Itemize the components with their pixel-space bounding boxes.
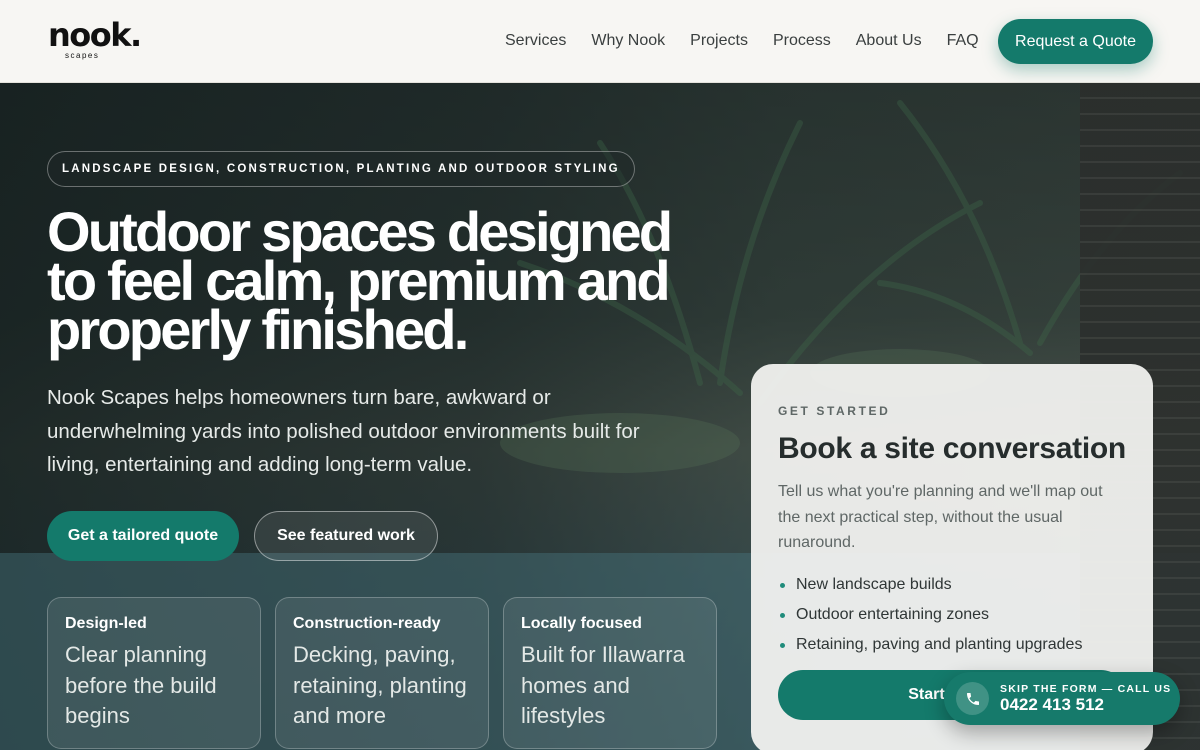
nav-projects[interactable]: Projects bbox=[690, 31, 748, 51]
call-us-button[interactable]: SKIP THE FORM — CALL US 0422 413 512 bbox=[944, 672, 1180, 725]
hero-lead: Nook Scapes helps homeowners turn bare, … bbox=[47, 386, 640, 476]
card-description: Tell us what you're planning and we'll m… bbox=[778, 483, 1103, 551]
logo-subtitle: scapes bbox=[65, 51, 100, 60]
request-quote-button[interactable]: Request a Quote bbox=[998, 19, 1153, 64]
feature-title: Construction-ready bbox=[293, 615, 441, 632]
nav-about-us[interactable]: About Us bbox=[856, 31, 922, 51]
card-list: New landscape builds Outdoor entertainin… bbox=[778, 570, 1126, 660]
hero-section: LANDSCAPE DESIGN, CONSTRUCTION, PLANTING… bbox=[0, 83, 1200, 750]
feature-card-construction: Construction-ready Decking, paving, reta… bbox=[275, 597, 489, 749]
featured-work-button[interactable]: See featured work bbox=[254, 511, 438, 561]
feature-text: Decking, paving, retaining, planting and… bbox=[293, 642, 467, 728]
list-item: Retaining, paving and planting upgrades bbox=[778, 630, 1126, 660]
call-label: SKIP THE FORM — CALL US bbox=[1000, 682, 1172, 695]
list-item: New landscape builds bbox=[778, 570, 1126, 600]
main-nav: Services Why Nook Projects Process About… bbox=[505, 31, 1004, 51]
card-eyebrow: GET STARTED bbox=[778, 404, 891, 418]
call-texts: SKIP THE FORM — CALL US 0422 413 512 bbox=[1000, 683, 1171, 715]
feature-title: Locally focused bbox=[521, 615, 642, 632]
logo[interactable]: nook. scapes bbox=[48, 16, 142, 60]
phone-icon bbox=[956, 682, 989, 715]
card-title: Book a site conversation bbox=[778, 432, 1126, 465]
site-header: nook. scapes Services Why Nook Projects … bbox=[0, 0, 1200, 83]
phone-number: 0422 413 512 bbox=[1000, 694, 1104, 714]
nav-faq[interactable]: FAQ bbox=[947, 31, 979, 51]
nav-services[interactable]: Services bbox=[505, 31, 566, 51]
get-quote-button[interactable]: Get a tailored quote bbox=[47, 511, 239, 561]
feature-card-local: Locally focused Built for Illawarra home… bbox=[503, 597, 717, 749]
feature-text: Built for Illawarra homes and lifestyles bbox=[521, 642, 685, 728]
feature-card-design: Design-led Clear planning before the bui… bbox=[47, 597, 261, 749]
hero-eyebrow: LANDSCAPE DESIGN, CONSTRUCTION, PLANTING… bbox=[47, 151, 635, 187]
logo-wordmark: nook. bbox=[48, 16, 142, 54]
nav-process[interactable]: Process bbox=[773, 31, 831, 51]
feature-title: Design-led bbox=[65, 615, 147, 632]
list-item: Outdoor entertaining zones bbox=[778, 600, 1126, 630]
hero-headline: Outdoor spaces designed to feel calm, pr… bbox=[47, 200, 673, 361]
nav-why-nook[interactable]: Why Nook bbox=[591, 31, 665, 51]
feature-text: Clear planning before the build begins bbox=[65, 642, 217, 728]
